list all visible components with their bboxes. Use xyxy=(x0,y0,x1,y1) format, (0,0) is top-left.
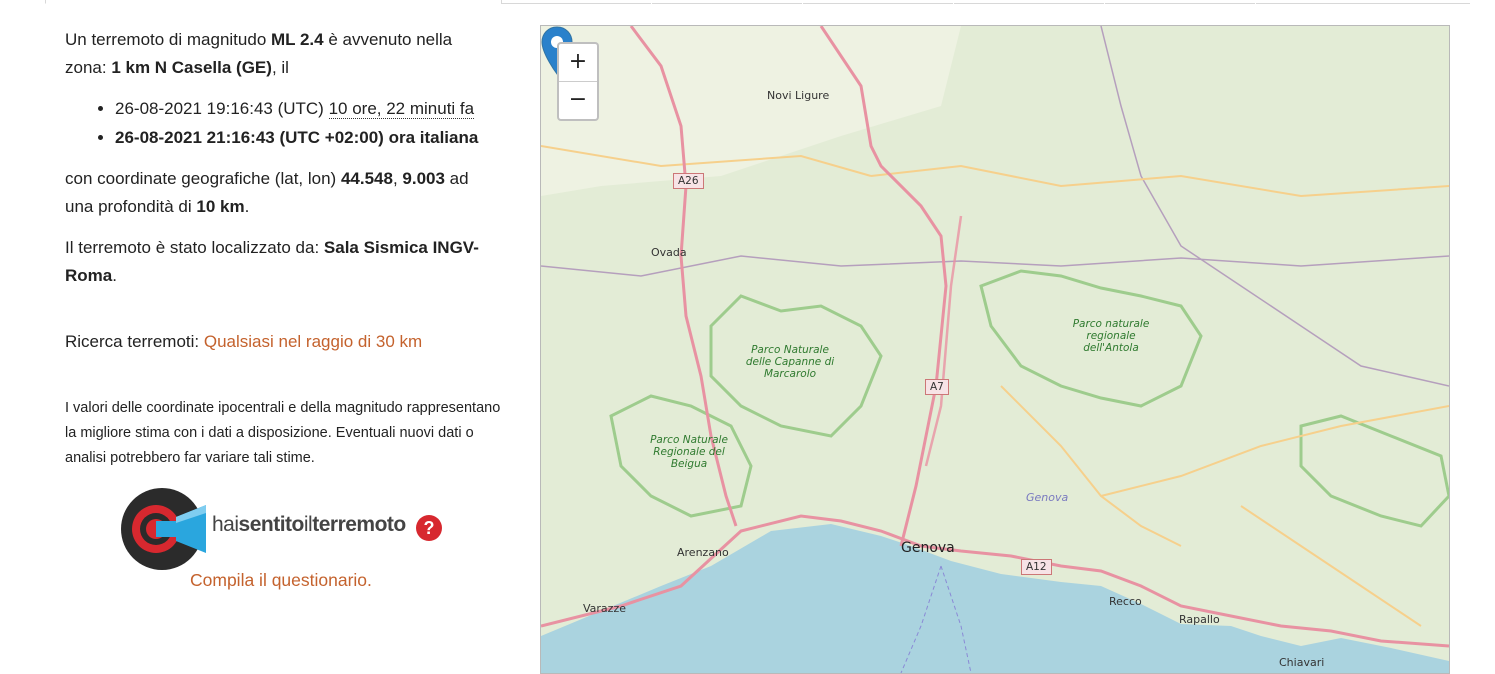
coordinates-text: con coordinate geografiche (lat, lon) 44… xyxy=(65,165,495,221)
magnitude-value: ML 2.4 xyxy=(271,30,324,49)
relative-time: 10 ore, 22 minuti fa xyxy=(328,99,475,119)
time-list: 26-08-2021 19:16:43 (UTC) 10 ore, 22 min… xyxy=(65,94,478,152)
tab[interactable] xyxy=(803,0,953,4)
map-label-novi: Novi Ligure xyxy=(767,89,830,102)
depth-value: 10 km xyxy=(196,197,245,216)
park-label-antola: Parco naturale regionale dell'Antola xyxy=(1072,318,1150,354)
coords-prefix: con coordinate geografiche (lat, lon) xyxy=(65,169,341,188)
question-mark-icon: ? xyxy=(416,515,442,541)
located-prefix: Il terremoto è stato localizzato da: xyxy=(65,238,324,257)
map-label-genova-river: Genova xyxy=(1026,491,1069,504)
depth-suffix: . xyxy=(244,197,250,216)
zone-value: 1 km N Casella (GE) xyxy=(111,58,272,77)
coords-separator: , xyxy=(392,169,403,188)
map-label-rapallo: Rapallo xyxy=(1179,613,1220,626)
hai-sentito-logo[interactable]: haisentitoilterremoto ? xyxy=(120,487,450,571)
zoom-in-button[interactable]: + xyxy=(559,44,597,82)
logo-mid: il xyxy=(303,513,313,536)
located-suffix: . xyxy=(112,266,117,285)
utc-time: 26-08-2021 19:16:43 (UTC) xyxy=(115,99,324,118)
hai-sentito-text: haisentitoilterremoto xyxy=(212,513,406,537)
latitude-value: 44.548 xyxy=(340,169,393,188)
search-radius-link[interactable]: Qualsiasi nel raggio di 30 km xyxy=(204,332,422,351)
longitude-value: 9.003 xyxy=(402,169,445,188)
road-shield-a12: A12 xyxy=(1021,559,1052,575)
local-time: 26-08-2021 21:16:43 (UTC +02:00) ora ita… xyxy=(115,128,479,147)
tab[interactable] xyxy=(652,0,802,4)
tab[interactable] xyxy=(1105,0,1255,4)
map-tiles xyxy=(541,26,1449,673)
map-label-arenzano: Arenzano xyxy=(677,546,729,559)
logo-bold2: terremoto xyxy=(312,513,406,536)
tab[interactable] xyxy=(954,0,1104,4)
logo-bold: sentito xyxy=(238,513,305,536)
intro-suffix: , il xyxy=(271,58,289,77)
questionnaire-link[interactable]: Compila il questionario. xyxy=(190,570,372,591)
map-container[interactable]: Novi Ligure Ovada Arenzano Varazze Genov… xyxy=(540,25,1450,674)
located-by-text: Il terremoto è stato localizzato da: Sal… xyxy=(65,234,505,290)
park-label-beigua: Parco Naturale Regionale del Beigua xyxy=(650,434,728,470)
tab[interactable] xyxy=(501,0,651,4)
search-row: Ricerca terremoti: Qualsiasi nel raggio … xyxy=(65,328,422,356)
logo-prefix: hai xyxy=(212,513,239,536)
target-megaphone-icon xyxy=(121,488,206,570)
road-shield-a26: A26 xyxy=(673,173,704,189)
zoom-out-button[interactable]: − xyxy=(559,82,597,119)
park-label-capanne: Parco Naturale delle Capanne di Marcarol… xyxy=(745,344,835,380)
zoom-control: + − xyxy=(557,42,599,121)
event-intro: Un terremoto di magnitudo ML 2.4 è avven… xyxy=(65,26,495,82)
map-label-varazze: Varazze xyxy=(583,602,626,615)
tab[interactable] xyxy=(1256,0,1470,4)
map-label-ovada: Ovada xyxy=(651,246,687,259)
disclaimer-note: I valori delle coordinate ipocentrali e … xyxy=(65,400,501,466)
local-time-item: 26-08-2021 21:16:43 (UTC +02:00) ora ita… xyxy=(115,123,478,152)
map-label-chiavari: Chiavari xyxy=(1279,656,1325,669)
tabs-rule xyxy=(45,0,1470,4)
map-label-genova: Genova xyxy=(901,540,955,556)
map-label-recco: Recco xyxy=(1109,595,1142,608)
tab-active[interactable] xyxy=(45,0,502,4)
intro-prefix: Un terremoto di magnitudo xyxy=(65,30,271,49)
utc-time-item: 26-08-2021 19:16:43 (UTC) 10 ore, 22 min… xyxy=(115,94,478,123)
search-label: Ricerca terremoti: xyxy=(65,332,204,351)
road-shield-a7: A7 xyxy=(925,379,949,395)
